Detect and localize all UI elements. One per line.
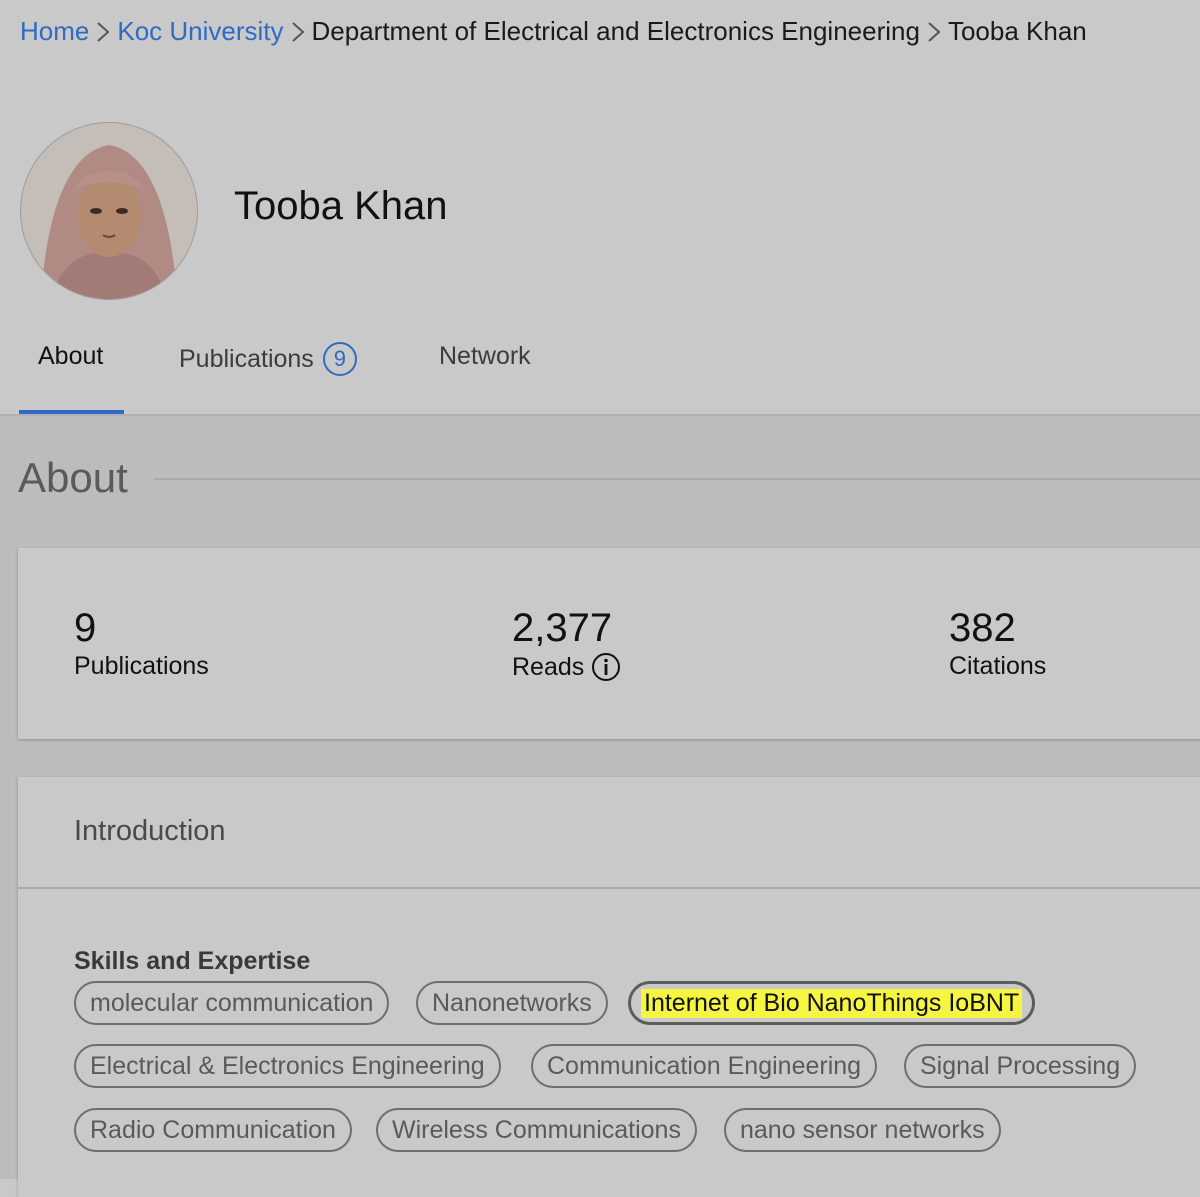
stat-reads: 2,377 Reads [512,606,621,682]
stats-card: 9 Publications 2,377 Reads 382 Citations [18,548,1200,739]
skill-tag-highlighted[interactable]: Internet of Bio NanoThings IoBNT [628,981,1036,1025]
skills-heading: Skills and Expertise [74,947,311,975]
skill-tag[interactable]: Radio Communication [74,1108,352,1152]
profile-tabs: About Publications 9 Network [0,330,1200,416]
chevron-right-icon [286,17,310,47]
chevron-right-icon [91,17,115,47]
publications-count-badge: 9 [322,342,357,376]
skill-tag[interactable]: molecular communication [74,981,390,1025]
tab-network-label: Network [439,342,531,370]
info-icon[interactable] [591,652,621,682]
tab-about[interactable]: About [38,342,103,371]
avatar[interactable] [20,122,198,300]
skill-tag[interactable]: Signal Processing [904,1044,1137,1088]
breadcrumb: Home Koc University Department of Electr… [20,16,1087,47]
skill-tag-label: Internet of Bio NanoThings IoBNT [641,988,1023,1018]
skill-tag[interactable]: nano sensor networks [724,1108,1001,1152]
stat-reads-label: Reads [512,652,585,681]
stat-publications-value: 9 [74,606,97,650]
tab-publications-label: Publications [179,344,314,373]
skill-tag[interactable]: Wireless Communications [376,1108,697,1152]
chevron-right-icon [922,17,946,47]
introduction-card: Introduction Skills and Expertise molecu… [18,777,1200,1197]
stat-publications-label: Publications [74,652,209,680]
skill-tag[interactable]: Electrical & Electronics Engineering [74,1044,501,1088]
stat-publications[interactable]: 9 Publications [74,606,209,681]
profile-name: Tooba Khan [234,184,448,228]
introduction-divider [18,887,1200,889]
section-title-about: About [18,454,128,501]
breadcrumb-department[interactable]: Department of Electrical and Electronics… [312,16,920,47]
introduction-title: Introduction [74,815,226,847]
skill-tag[interactable]: Nanonetworks [416,981,608,1025]
breadcrumb-home-link[interactable]: Home [20,16,89,47]
stat-citations-label: Citations [949,652,1047,680]
tab-network[interactable]: Network [439,342,531,371]
breadcrumb-current-person: Tooba Khan [947,16,1087,46]
stat-citations-value: 382 [949,606,1016,650]
stat-reads-label-row: Reads [512,652,621,682]
tab-about-label: About [38,342,104,370]
section-divider [154,478,1200,480]
breadcrumb-institution-link[interactable]: Koc University [117,16,283,47]
stat-citations[interactable]: 382 Citations [949,606,1046,681]
skill-tag[interactable]: Communication Engineering [531,1044,878,1088]
stat-reads-value: 2,377 [512,606,613,650]
tab-publications[interactable]: Publications 9 [179,342,357,376]
